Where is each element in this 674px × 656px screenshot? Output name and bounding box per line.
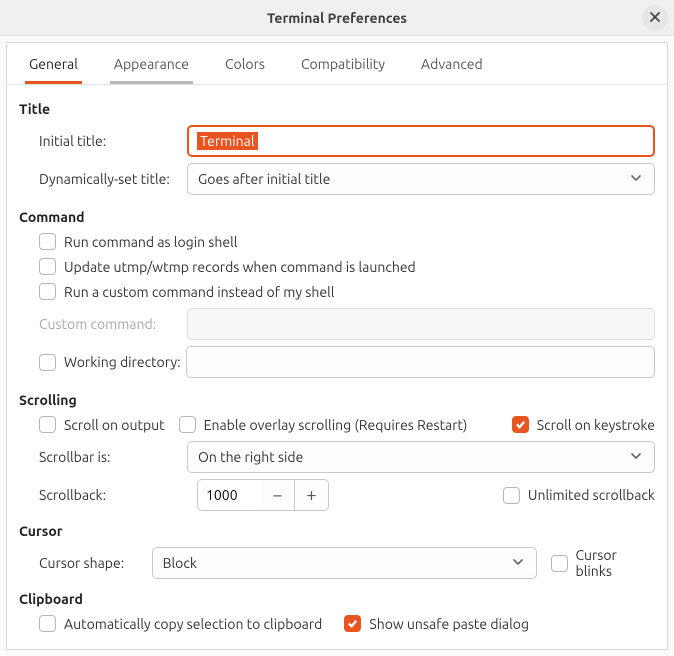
- tab-advanced[interactable]: Advanced: [417, 46, 487, 84]
- titlebar: Terminal Preferences: [0, 0, 674, 36]
- custom-command-checkbox[interactable]: [39, 283, 56, 300]
- tab-colors[interactable]: Colors: [221, 46, 269, 84]
- section-title-scrolling: Scrolling: [19, 392, 655, 408]
- close-button[interactable]: [642, 5, 668, 31]
- minus-icon: −: [272, 485, 282, 505]
- scrollback-input[interactable]: [197, 479, 261, 511]
- close-icon: [649, 10, 661, 26]
- scrollback-minus-button[interactable]: −: [261, 479, 295, 511]
- scroll-on-keystroke-checkbox[interactable]: [512, 416, 529, 433]
- cursor-shape-combo[interactable]: Block: [152, 547, 537, 579]
- tab-appearance[interactable]: Appearance: [110, 46, 193, 84]
- custom-command-input: [187, 308, 655, 340]
- cursor-shape-value: Block: [163, 555, 197, 571]
- unsafe-paste-label: Show unsafe paste dialog: [369, 616, 529, 632]
- scrollback-label: Scrollback:: [39, 487, 197, 503]
- login-shell-checkbox[interactable]: [39, 233, 56, 250]
- dyn-title-value: Goes after initial title: [198, 171, 330, 187]
- cursor-blinks-checkbox[interactable]: [551, 555, 568, 572]
- section-title-title: Title: [19, 101, 655, 117]
- initial-title-label: Initial title:: [19, 133, 187, 149]
- window-title: Terminal Preferences: [267, 10, 407, 26]
- unlimited-scrollback-label: Unlimited scrollback: [528, 487, 655, 503]
- unsafe-paste-checkbox[interactable]: [344, 615, 361, 632]
- dyn-title-combo[interactable]: Goes after initial title: [187, 163, 655, 195]
- custom-command-label: Custom command:: [19, 316, 187, 332]
- tab-general[interactable]: General: [25, 46, 82, 84]
- overlay-scrolling-checkbox[interactable]: [179, 416, 196, 433]
- tab-compatibility[interactable]: Compatibility: [297, 46, 389, 84]
- chevron-down-icon: [512, 555, 524, 571]
- update-utmp-checkbox[interactable]: [39, 258, 56, 275]
- working-dir-input[interactable]: [186, 346, 655, 378]
- initial-title-value: Terminal: [197, 132, 258, 150]
- overlay-scrolling-label: Enable overlay scrolling (Requires Resta…: [204, 417, 468, 433]
- tab-bar: General Appearance Colors Compatibility …: [7, 43, 667, 85]
- chevron-down-icon: [630, 449, 642, 465]
- scrollbar-combo[interactable]: On the right side: [187, 441, 655, 473]
- initial-title-input[interactable]: Terminal: [187, 125, 655, 157]
- scrollbar-label: Scrollbar is:: [19, 449, 187, 465]
- scroll-on-output-label: Scroll on output: [64, 417, 165, 433]
- scroll-on-keystroke-label: Scroll on keystroke: [537, 417, 655, 433]
- update-utmp-label: Update utmp/wtmp records when command is…: [64, 259, 416, 275]
- custom-command-check-label: Run a custom command instead of my shell: [64, 284, 334, 300]
- scroll-on-output-checkbox[interactable]: [39, 416, 56, 433]
- auto-copy-label: Automatically copy selection to clipboar…: [64, 616, 322, 632]
- unlimited-scrollback-checkbox[interactable]: [503, 487, 520, 504]
- scrollbar-value: On the right side: [198, 449, 303, 465]
- section-title-command: Command: [19, 209, 655, 225]
- working-dir-checkbox[interactable]: [39, 354, 56, 371]
- scrollback-plus-button[interactable]: +: [295, 479, 329, 511]
- chevron-down-icon: [630, 171, 642, 187]
- cursor-shape-label: Cursor shape:: [39, 555, 138, 571]
- plus-icon: +: [306, 485, 316, 505]
- working-dir-label: Working directory:: [56, 354, 186, 370]
- auto-copy-checkbox[interactable]: [39, 615, 56, 632]
- dyn-title-label: Dynamically-set title:: [19, 171, 187, 187]
- tab-content-general: Title Initial title: Terminal Dynamicall…: [7, 85, 667, 650]
- cursor-blinks-label: Cursor blinks: [576, 547, 655, 579]
- section-title-clipboard: Clipboard: [19, 591, 655, 607]
- section-title-cursor: Cursor: [19, 523, 655, 539]
- login-shell-label: Run command as login shell: [64, 234, 237, 250]
- scrollback-spinner: − +: [197, 479, 329, 511]
- preferences-frame: General Appearance Colors Compatibility …: [6, 42, 668, 650]
